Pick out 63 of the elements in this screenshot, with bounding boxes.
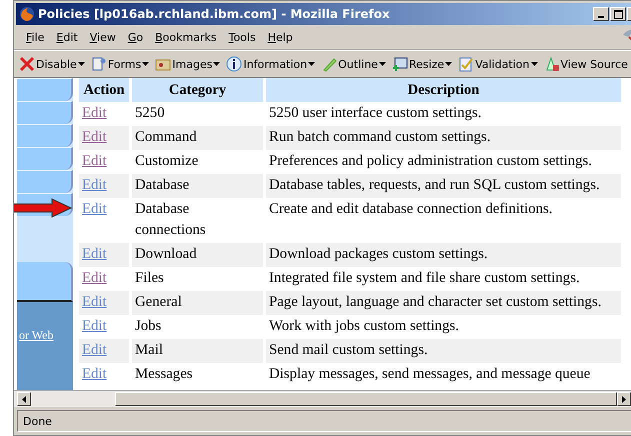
table-cell: Messages [135, 366, 193, 382]
table-cell: Run batch command custom settings. [269, 129, 491, 145]
table-cell: Customize [135, 153, 198, 169]
maximize-icon [614, 10, 622, 18]
table-cell: Jobs [135, 318, 162, 334]
table-cell: Download packages custom settings. [269, 246, 488, 262]
table-cell: Database tables, requests, and run SQL custom settings. [269, 177, 600, 193]
table-cell: Mail [135, 342, 163, 358]
toolbar-button[interactable]: Information [225, 56, 316, 72]
table-cell: Database [135, 177, 190, 193]
table-cell: Work with jobs custom settings. [269, 318, 459, 334]
toolbar-icon [90, 56, 107, 72]
edit-link[interactable]: Edit [82, 105, 107, 121]
minimize-button[interactable] [593, 7, 609, 21]
toolbar-icon [458, 56, 474, 72]
menu-item[interactable]: Help [262, 28, 299, 46]
toolbar-icon [321, 56, 338, 72]
toolbar-button[interactable]: Disable [18, 56, 86, 72]
menu-item[interactable]: Edit [50, 28, 84, 46]
table-cell: Send mail custom settings. [269, 342, 428, 358]
browser-logo-icon [19, 6, 35, 22]
status-text: Done [23, 414, 52, 428]
edit-link[interactable]: Edit [82, 153, 107, 169]
right-arrow-icon [622, 396, 626, 402]
edit-link[interactable]: Edit [82, 201, 107, 217]
toolbar-button[interactable]: Validation [457, 56, 539, 72]
maximize-button[interactable] [610, 7, 626, 21]
menu-item[interactable]: Tools [222, 28, 262, 46]
menu-item[interactable]: View [84, 28, 122, 46]
table-cell: Display messages, send messages, and message queue [269, 366, 590, 382]
table-cell: Files [135, 270, 164, 286]
toolbar-icon [392, 56, 408, 72]
toolbar-button[interactable]: View Source [542, 56, 629, 72]
menu-item[interactable]: Go [122, 28, 150, 46]
toolbar-button[interactable]: Forms [90, 56, 150, 72]
horizontal-scrollbar[interactable] [14, 390, 631, 407]
table-cell: Integrated file system and file share custom settings. [269, 270, 580, 286]
edit-link[interactable]: Edit [82, 270, 107, 286]
toolbar-button[interactable]: Resize [390, 56, 454, 72]
table-cell: Download [135, 246, 197, 262]
column-header: Action [79, 78, 129, 102]
table-cell: Database connections [135, 201, 206, 238]
table-cell: Page layout, language and character set custom settings. [269, 294, 602, 310]
table-cell: Create and edit database connection definitions. [269, 201, 553, 217]
edit-link[interactable]: Edit [82, 318, 107, 334]
menu-item[interactable]: Bookmarks [149, 28, 223, 46]
window-title: Policies [lp016ab.rchland.ibm.com] - Mozilla Firefox [38, 7, 391, 21]
toolbar-icon [226, 56, 242, 72]
toolbar-button[interactable]: Images [154, 56, 222, 72]
menu-item[interactable]: File [20, 28, 50, 46]
table-cell: Preferences and policy administration custom settings. [269, 153, 592, 169]
edit-link[interactable]: Edit [82, 366, 107, 382]
column-header: Category [132, 78, 263, 102]
toolbar-icon [544, 56, 560, 72]
toolbar-button[interactable]: Outline [320, 56, 387, 72]
pointer-arrow-icon [14, 198, 72, 218]
left-arrow-icon [22, 396, 26, 402]
toolbar-icon [19, 56, 35, 72]
table-cell: Command [135, 129, 197, 145]
table-cell: 5250 user interface custom settings. [269, 105, 482, 121]
table-cell: 5250 [135, 105, 165, 121]
column-header: Description [266, 78, 621, 102]
table-cell: General [135, 294, 182, 310]
